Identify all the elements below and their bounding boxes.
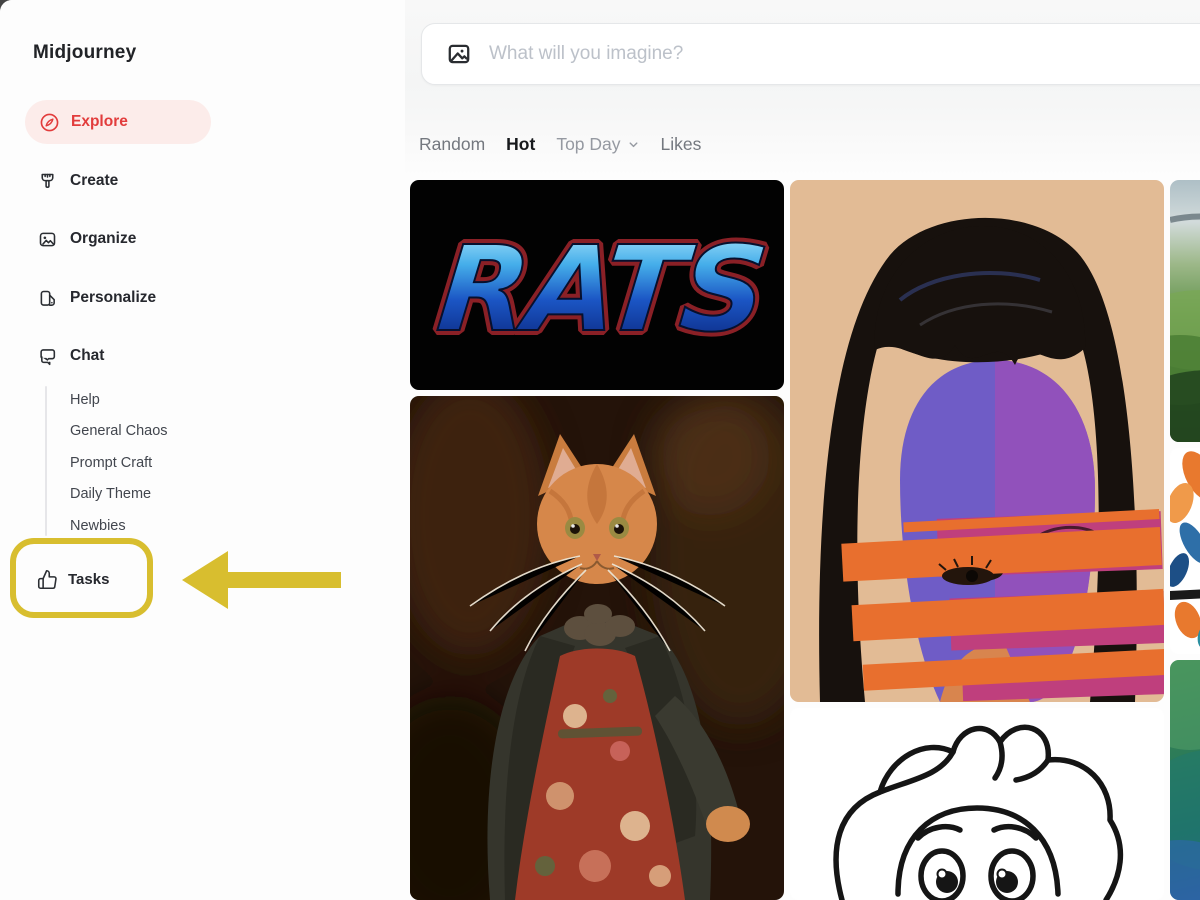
channel-label: Newbies [70,518,126,534]
filter-likes[interactable]: Likes [661,134,702,155]
gallery-image-abstract-painting[interactable] [1170,660,1200,900]
photo-icon [37,229,58,250]
filter-label: Hot [506,134,535,155]
compass-icon [39,112,60,133]
sidebar-item-newbies[interactable]: Newbies [70,515,126,537]
sidebar-item-explore[interactable]: Explore [25,100,211,144]
main-content: Random Hot Top Day Likes RATS [405,0,1200,900]
annotation-arrow-icon [178,548,344,612]
sidebar: Midjourney Explore Create [0,0,405,900]
thumbs-up-icon [37,569,58,590]
paintbrush-icon [37,171,58,192]
sidebar-item-label: Personalize [70,289,156,307]
gallery-image-kitten-fashion[interactable] [410,396,784,900]
filter-label: Random [419,134,485,155]
chat-bubbles-icon [37,346,58,367]
photo-icon [446,41,472,67]
sidebar-item-help[interactable]: Help [70,389,100,411]
gallery-image-plant-illustration[interactable] [1170,448,1200,654]
channel-label: Prompt Craft [70,455,152,471]
sidebar-item-daily-theme[interactable]: Daily Theme [70,483,151,505]
chat-channels-divider [45,386,47,536]
sidebar-item-tasks[interactable]: Tasks [37,566,109,592]
filter-label: Top Day [556,134,620,155]
filter-label: Likes [661,134,702,155]
filter-top-day[interactable]: Top Day [556,134,639,155]
prompt-bar[interactable] [421,23,1200,85]
sidebar-item-label: Explore [71,113,128,131]
midjourney-app: Midjourney Explore Create [0,0,1200,900]
channel-label: General Chaos [70,423,168,439]
sidebar-item-organize[interactable]: Organize [25,222,225,256]
sidebar-item-personalize[interactable]: Personalize [25,281,225,315]
chevron-down-icon [627,138,640,151]
channel-label: Help [70,392,100,408]
sidebar-item-label: Organize [70,230,136,248]
gallery-image-rats-logo[interactable]: RATS RATS [410,180,784,390]
prompt-input[interactable] [489,43,1200,65]
sidebar-item-general-chaos[interactable]: General Chaos [70,420,168,442]
sidebar-item-prompt-craft[interactable]: Prompt Craft [70,452,152,474]
rats-text: RATS [432,220,771,358]
feed-filters: Random Hot Top Day Likes [419,134,701,155]
sidebar-item-label: Tasks [68,571,109,588]
filter-hot[interactable]: Hot [506,134,535,155]
gallery-image-woman-collage[interactable] [790,180,1164,702]
app-title: Midjourney [33,42,136,64]
sidebar-item-chat[interactable]: Chat [25,339,225,373]
sidebar-item-create[interactable]: Create [25,164,225,198]
sidebar-item-label: Create [70,172,118,190]
gallery-image-mossy-landscape[interactable] [1170,180,1200,442]
cards-icon [37,288,58,309]
channel-label: Daily Theme [70,486,151,502]
sidebar-item-label: Chat [70,347,104,365]
gallery-image-lion-drawing[interactable] [790,708,1164,900]
filter-random[interactable]: Random [419,134,485,155]
